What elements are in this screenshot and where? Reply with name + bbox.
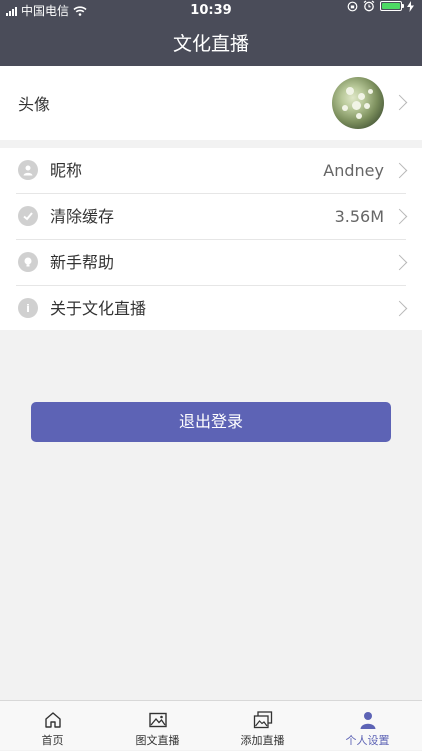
avatar-label: 头像: [18, 95, 51, 114]
avatar-row[interactable]: 头像: [0, 66, 422, 140]
info-icon: i: [18, 298, 38, 318]
orientation-lock-icon: [347, 1, 358, 11]
tab-label: 添加直播: [240, 734, 285, 747]
settings-item-clear-cache[interactable]: 清除缓存 3.56M: [0, 194, 422, 240]
status-bar: 中国电信 10:39: [0, 0, 422, 22]
tab-image-live[interactable]: 图文直播: [105, 701, 210, 751]
settings-item-label: 清除缓存: [50, 207, 115, 226]
logout-button[interactable]: 退出登录: [31, 402, 391, 442]
settings-list: 昵称 Andney 清除缓存 3.56M 新手帮助 i 关于文化直播: [0, 148, 422, 330]
chevron-right-icon: [391, 254, 408, 271]
settings-item-about[interactable]: i 关于文化直播: [0, 286, 422, 332]
tab-label: 个人设置: [345, 734, 390, 747]
check-icon: [18, 206, 38, 226]
chevron-right-icon: [391, 208, 408, 225]
chevron-right-icon: [391, 162, 408, 179]
avatar[interactable]: [332, 77, 384, 129]
chevron-right-icon: [391, 300, 408, 317]
nickname-value: Andney: [323, 161, 384, 180]
tab-add-live[interactable]: 添加直播: [210, 701, 315, 751]
status-right: [347, 0, 414, 12]
person-icon: [360, 712, 375, 729]
add-images-icon: [253, 711, 272, 729]
image-icon: [148, 712, 167, 728]
battery-icon: [380, 1, 404, 11]
cache-size-value: 3.56M: [334, 207, 384, 226]
alarm-icon: [363, 0, 375, 12]
home-icon: [44, 712, 61, 728]
tab-label: 首页: [41, 734, 64, 747]
tab-settings[interactable]: 个人设置: [315, 701, 420, 751]
user-icon: [18, 160, 38, 180]
page-title: 文化直播: [172, 33, 249, 55]
top-bar: 中国电信 10:39 文化直播: [0, 0, 422, 66]
tab-home[interactable]: 首页: [0, 701, 105, 751]
tab-label: 图文直播: [135, 734, 180, 747]
settings-item-label: 关于文化直播: [50, 299, 147, 318]
bulb-icon: [18, 252, 38, 272]
chevron-right-icon: [391, 94, 408, 111]
settings-item-nickname[interactable]: 昵称 Andney: [0, 148, 422, 194]
settings-item-label: 昵称: [50, 161, 83, 180]
settings-item-label: 新手帮助: [50, 253, 115, 272]
tab-bar: 首页 图文直播 添加直播 个人设置: [0, 700, 422, 750]
charging-icon: [407, 0, 414, 12]
settings-item-help[interactable]: 新手帮助: [0, 240, 422, 286]
